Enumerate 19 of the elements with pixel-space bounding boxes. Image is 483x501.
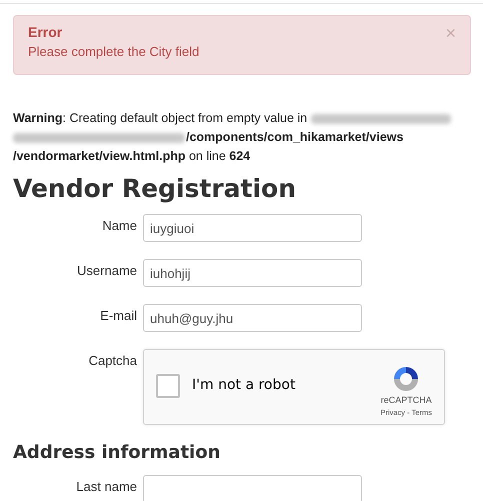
field-label: Username	[76, 262, 137, 278]
page-title: Vendor Registration	[13, 174, 298, 204]
recaptcha-label: reCAPTCHA	[380, 394, 432, 404]
field-label: Name	[101, 217, 137, 233]
checkbox[interactable]	[156, 374, 180, 398]
input-field[interactable]: uhuh@guy.jhu	[143, 304, 362, 332]
warning-text: Warning: Creating default object from empty value in	[13, 110, 308, 127]
warning-text: /components/com_hikamarket/views	[186, 129, 404, 146]
input-field[interactable]	[143, 475, 362, 501]
field-label: Captcha	[88, 352, 137, 368]
captcha-label: I'm not a robot	[192, 377, 296, 393]
warning-text: /vendormarket/view.html.php on line 624	[13, 148, 250, 165]
alert-title: Error	[28, 24, 62, 40]
input-field[interactable]: iuygiuoi	[143, 214, 362, 242]
input-field[interactable]: iuhohjij	[143, 259, 362, 287]
field-label: E-mail	[99, 307, 137, 323]
section-title: Address information	[13, 441, 222, 465]
alert-message: Please complete the City field	[28, 44, 200, 59]
field-label: Last name	[75, 478, 137, 494]
